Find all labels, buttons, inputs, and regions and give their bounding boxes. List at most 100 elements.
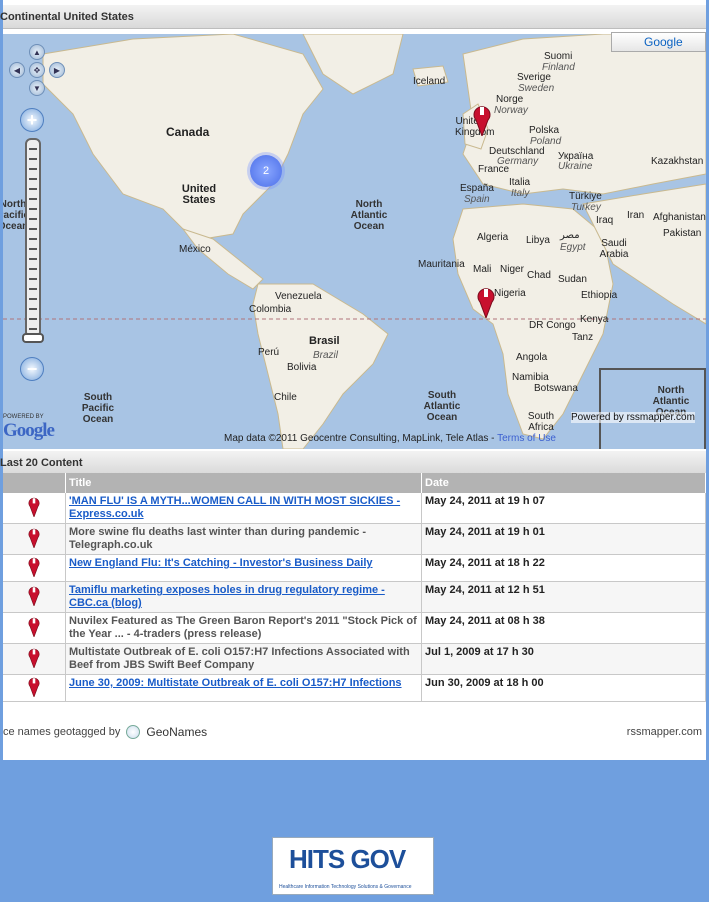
- label-polska: Polska: [529, 125, 560, 136]
- table-row[interactable]: New England Flu: It's Catching - Investo…: [3, 554, 706, 582]
- rssmapper-footer-link[interactable]: rssmapper.com: [627, 726, 702, 738]
- label-angola: Angola: [516, 352, 548, 363]
- label-suomi: Suomi: [544, 51, 573, 62]
- label-south-atlantic: South Atlantic Ocean: [423, 390, 461, 423]
- zoom-out-button[interactable]: −: [20, 357, 44, 381]
- pan-up-button[interactable]: ▲: [29, 44, 45, 60]
- row-title-text: Multistate Outbreak of E. coli O157:H7 I…: [69, 646, 410, 671]
- label-afghanistan: Afghanistan: [653, 212, 706, 223]
- table-row[interactable]: Nuvilex Featured as The Green Baron Repo…: [3, 612, 706, 644]
- row-pin-cell: [3, 581, 66, 613]
- logo-tagline: Healthcare Information Technology Soluti…: [279, 884, 412, 890]
- row-title-link[interactable]: June 30, 2009: Multistate Outbreak of E.…: [69, 677, 402, 689]
- column-header-title: Title: [65, 473, 422, 493]
- label-south-pacific: South Pacific Ocean: [81, 392, 115, 425]
- row-pin-cell: [3, 643, 66, 675]
- label-pakistan: Pakistan: [663, 228, 702, 239]
- map-section-title: Continental United States: [0, 11, 134, 23]
- label-ukraine: Ukraine: [558, 161, 593, 172]
- row-title-cell: June 30, 2009: Multistate Outbreak of E.…: [65, 674, 422, 702]
- row-title-cell: New England Flu: It's Catching - Investo…: [65, 554, 422, 582]
- map-pin-icon[interactable]: [27, 675, 41, 698]
- terms-of-use-link[interactable]: Terms of Use: [497, 433, 556, 444]
- row-title-cell: 'MAN FLU' IS A MYTH...WOMEN CALL IN WITH…: [65, 493, 422, 524]
- pan-right-button[interactable]: ▶: [49, 62, 65, 78]
- label-libya: Libya: [526, 235, 550, 246]
- map-pin-icon[interactable]: [27, 495, 41, 518]
- row-title-text: More swine flu deaths last winter than d…: [69, 526, 367, 551]
- column-header-icon: [3, 473, 66, 493]
- table-header-row: Title Date: [3, 473, 706, 493]
- label-spain: Spain: [464, 194, 490, 205]
- page-frame: Continental United States Canada United …: [0, 0, 706, 760]
- map-pin-icon[interactable]: [27, 584, 41, 607]
- zoom-in-button[interactable]: +: [20, 108, 44, 132]
- row-title-cell: Tamiflu marketing exposes holes in drug …: [65, 581, 422, 613]
- pan-center-button[interactable]: ✥: [29, 62, 45, 78]
- map-pin-icon[interactable]: [27, 526, 41, 549]
- row-title-link[interactable]: New England Flu: It's Catching - Investo…: [69, 557, 373, 569]
- label-egypt-local: مصر: [560, 230, 580, 241]
- row-pin-cell: [3, 554, 66, 582]
- label-brasil: Brasil: [309, 335, 340, 347]
- row-date-cell: May 24, 2011 at 19 h 01: [421, 523, 706, 555]
- google-logo[interactable]: POWERED BY Google: [3, 414, 55, 442]
- label-iraq: Iraq: [596, 215, 614, 226]
- hits-gov-logo[interactable]: HITS GOV Healthcare Information Technolo…: [272, 837, 434, 895]
- label-iceland: Iceland: [413, 76, 446, 87]
- label-mali: Mali: [473, 264, 492, 275]
- table-row[interactable]: June 30, 2009: Multistate Outbreak of E.…: [3, 674, 706, 702]
- row-date-cell: May 24, 2011 at 08 h 38: [421, 612, 706, 644]
- label-botswana: Botswana: [534, 383, 578, 394]
- google-map-type-button[interactable]: Google: [611, 32, 706, 52]
- label-egypt: Egypt: [560, 242, 586, 253]
- map-pin-icon[interactable]: [27, 646, 41, 669]
- map-pin-icon[interactable]: [27, 555, 41, 578]
- column-header-date: Date: [421, 473, 706, 493]
- map-attribution: Map data ©2011 Geocentre Consulting, Map…: [224, 433, 556, 444]
- label-norge: Norge: [496, 94, 524, 105]
- map-pin-icon[interactable]: [476, 284, 496, 318]
- globe-icon: [126, 725, 141, 739]
- marker-cluster[interactable]: 2: [250, 155, 282, 187]
- label-mauritania: Mauritania: [418, 259, 465, 270]
- pan-left-button[interactable]: ◀: [9, 62, 25, 78]
- label-italia: Italia: [509, 177, 531, 188]
- map-pin-icon[interactable]: [472, 102, 492, 136]
- label-ethiopia: Ethiopia: [581, 290, 618, 301]
- attribution-text: Map data ©2011 Geocentre Consulting, Map…: [224, 433, 498, 444]
- label-saudi: Saudi Arabia: [599, 238, 629, 260]
- row-title-link[interactable]: Tamiflu marketing exposes holes in drug …: [69, 584, 385, 609]
- label-brazil: Brazil: [313, 350, 339, 361]
- geonames-credit: ce names geotagged by GeoNames: [3, 725, 207, 739]
- map-overview-inset[interactable]: North Atlantic Ocean: [599, 368, 706, 449]
- google-logo-text: Google: [3, 420, 55, 441]
- content-table: Title Date 'MAN FLU' IS A MYTH...WOMEN C…: [3, 473, 706, 702]
- zoom-slider-knob[interactable]: [22, 333, 44, 343]
- row-title-link[interactable]: 'MAN FLU' IS A MYTH...WOMEN CALL IN WITH…: [69, 495, 400, 520]
- label-turkey: Turkey: [571, 202, 601, 213]
- zoom-slider-track[interactable]: [25, 138, 41, 338]
- label-peru: Perú: [258, 347, 280, 358]
- label-chad: Chad: [527, 270, 551, 281]
- row-title-text: Nuvilex Featured as The Green Baron Repo…: [69, 615, 417, 640]
- geotag-text: ce names geotagged by: [3, 726, 121, 738]
- label-bolivia: Bolivia: [287, 362, 317, 373]
- row-pin-cell: [3, 523, 66, 555]
- pan-down-button[interactable]: ▼: [29, 80, 45, 96]
- label-tanz: Tanz: [572, 332, 594, 343]
- label-espana: España: [460, 183, 494, 194]
- map-pin-icon[interactable]: [27, 615, 41, 638]
- table-row[interactable]: 'MAN FLU' IS A MYTH...WOMEN CALL IN WITH…: [3, 493, 706, 524]
- table-row[interactable]: Multistate Outbreak of E. coli O157:H7 I…: [3, 643, 706, 675]
- label-sweden: Sweden: [518, 83, 555, 94]
- row-pin-cell: [3, 612, 66, 644]
- label-niger: Niger: [500, 264, 524, 275]
- map-viewport[interactable]: Canada United States México Venezuela Co…: [3, 34, 706, 449]
- geonames-link[interactable]: GeoNames: [146, 725, 207, 739]
- label-namibia: Namibia: [512, 372, 549, 383]
- label-sverige: Sverige: [517, 72, 551, 83]
- label-colombia: Colombia: [249, 304, 292, 315]
- table-row[interactable]: More swine flu deaths last winter than d…: [3, 523, 706, 555]
- table-row[interactable]: Tamiflu marketing exposes holes in drug …: [3, 581, 706, 613]
